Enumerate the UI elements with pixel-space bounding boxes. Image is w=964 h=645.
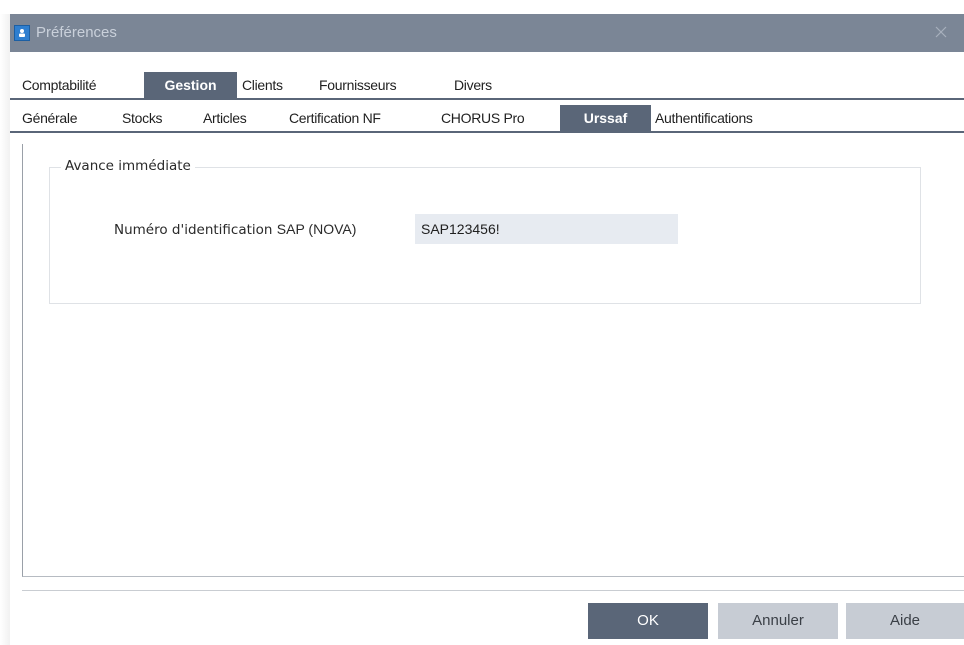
group-legend: Avance immédiate [61,158,195,174]
ok-button[interactable]: OK [588,603,708,639]
close-icon [935,25,947,41]
preferences-dialog: Préférences Comptabilité Gestion Clients… [10,14,964,645]
close-button[interactable] [918,14,964,52]
tab-certification-nf[interactable]: Certification NF [289,105,381,131]
cancel-button[interactable]: Annuler [718,603,838,639]
tab-chorus-pro[interactable]: CHORUS Pro [441,105,525,131]
main-tab-bar: Comptabilité Gestion Clients Fournisseur… [10,72,964,100]
title-bar[interactable]: Préférences [10,14,964,52]
tab-divers[interactable]: Divers [454,72,492,98]
tab-authentifications[interactable]: Authentifications [655,105,753,131]
tab-stocks[interactable]: Stocks [122,105,163,131]
app-icon [14,25,30,41]
tab-fournisseurs[interactable]: Fournisseurs [319,72,397,98]
footer-divider [22,590,964,591]
sub-tab-bar: Générale Stocks Articles Certification N… [10,105,964,133]
sap-number-input[interactable] [415,214,678,244]
window-title: Préférences [36,24,117,41]
sap-label-start: Numéro d'identification [114,222,273,238]
tab-clients[interactable]: Clients [242,72,283,98]
window-shadow [0,14,10,645]
help-button[interactable]: Aide [846,603,964,639]
tab-articles[interactable]: Articles [203,105,247,131]
tab-generale[interactable]: Générale [22,105,78,131]
sap-label: Numéro d'identification SAP (NOVA) [114,221,356,238]
urssaf-panel: Avance immédiate Numéro d'identification… [22,144,964,577]
avance-immediate-group: Avance immédiate Numéro d'identification… [49,158,921,304]
sap-label-end: SAP (NOVA) [276,221,357,237]
tab-gestion[interactable]: Gestion [144,72,237,98]
tab-comptabilite[interactable]: Comptabilité [22,72,97,98]
tab-urssaf[interactable]: Urssaf [560,105,651,131]
